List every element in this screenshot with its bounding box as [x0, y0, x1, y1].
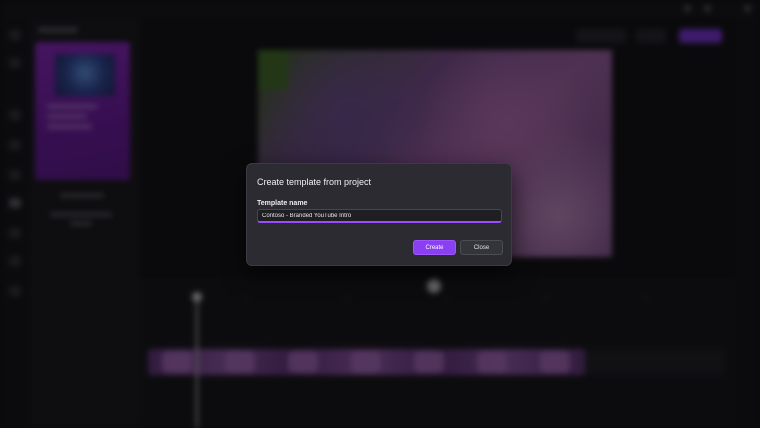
- create-button[interactable]: Create: [413, 240, 456, 255]
- close-button[interactable]: Close: [460, 240, 503, 255]
- template-name-label: Template name: [257, 200, 308, 207]
- dialog-title: Create template from project: [257, 177, 372, 187]
- template-name-input[interactable]: [257, 209, 502, 223]
- create-template-dialog: Create template from project Template na…: [246, 163, 512, 266]
